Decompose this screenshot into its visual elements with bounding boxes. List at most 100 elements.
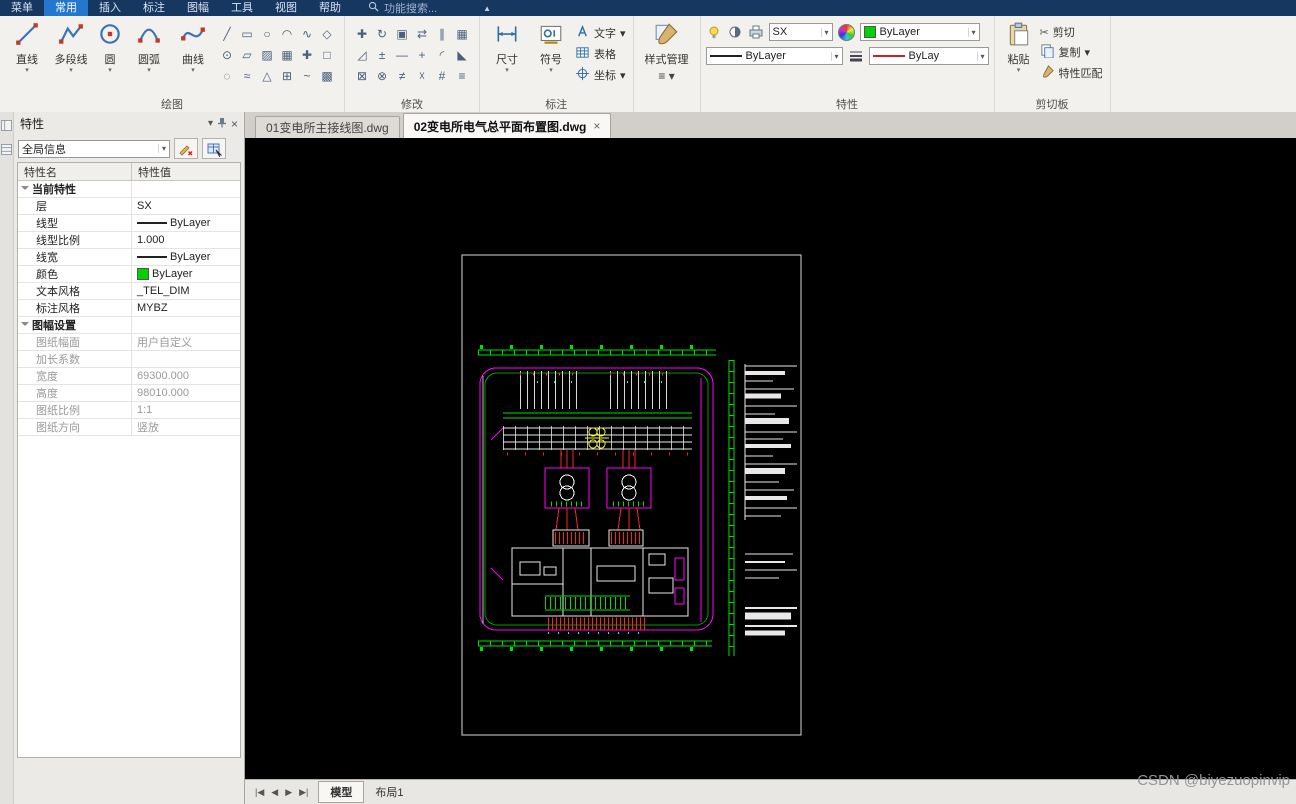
region-icon[interactable]: ⊞ [282, 69, 292, 83]
property-row[interactable]: 文本风格 _TEL_DIM [18, 283, 240, 300]
clear-override-button[interactable] [174, 138, 198, 159]
polyline-button[interactable]: 多段线 ▾ [49, 18, 93, 74]
layer-plot-icon[interactable] [748, 24, 764, 40]
scale-icon[interactable]: ◣ [457, 48, 466, 62]
collapse-ribbon-icon[interactable]: ▲ [483, 4, 491, 13]
join-icon[interactable]: ≡ [458, 69, 465, 83]
copy-button[interactable]: 复制 ▾ [1040, 43, 1103, 61]
spline-icon[interactable]: ∿ [302, 27, 312, 41]
property-row[interactable]: 标注风格 MYBZ [18, 300, 240, 317]
function-search[interactable]: 功能搜索... [368, 0, 437, 16]
quick-select-button[interactable] [202, 138, 226, 159]
extend-icon[interactable]: + [418, 48, 425, 62]
cross-mark-icon[interactable]: ✚ [302, 48, 312, 62]
scope-select[interactable]: 全局信息 ▾ [18, 139, 170, 158]
ribbon-tab-help[interactable]: 帮助 [308, 0, 352, 16]
chamfer-icon[interactable]: ◿ [357, 48, 366, 62]
construction-line-icon[interactable]: ╱ [223, 27, 230, 41]
copy-icon[interactable]: ▣ [396, 27, 407, 41]
explode-icon[interactable]: ☓ [419, 69, 425, 83]
doc-tab-1[interactable]: 01变电所主接线图.dwg [255, 116, 400, 138]
multiline-icon[interactable]: ≈ [244, 69, 251, 83]
offset-icon[interactable]: ∥ [439, 27, 445, 41]
dimension-button[interactable]: 尺寸 ▾ [485, 18, 529, 74]
layer-on-icon[interactable] [706, 24, 722, 40]
rectangle-icon[interactable]: ▭ [241, 27, 252, 41]
divide-icon[interactable]: # [439, 69, 446, 83]
move-icon[interactable]: ✚ [357, 27, 367, 41]
arc-button[interactable]: 圆弧 ▾ [127, 18, 171, 74]
property-row[interactable]: 线型比例 1.000 [18, 232, 240, 249]
gradient-icon[interactable]: ▩ [321, 69, 332, 83]
solid-icon[interactable]: ▱ [242, 48, 251, 62]
nav-last-icon[interactable]: ▶| [299, 787, 308, 798]
ribbon-tab-dimension[interactable]: 标注 [132, 0, 176, 16]
style-list-button[interactable]: ≡ ▾ [658, 69, 674, 83]
match-properties-button[interactable]: 特性匹配 [1040, 64, 1103, 82]
property-group-row[interactable]: 图幅设置 [18, 317, 240, 334]
nav-first-icon[interactable]: |◀ [255, 787, 264, 798]
mirror-icon[interactable]: ⇄ [417, 27, 427, 41]
ribbon-tab-home[interactable]: 常用 [44, 0, 88, 16]
property-row[interactable]: 宽度 69300.000 [18, 368, 240, 385]
pin-icon[interactable] [217, 117, 227, 131]
stretch-icon[interactable]: ≠ [399, 69, 406, 83]
wipeout-icon[interactable]: △ [262, 69, 271, 83]
property-row[interactable]: 高度 98010.000 [18, 385, 240, 402]
close-tab-icon[interactable]: × [593, 119, 600, 133]
layer-freeze-icon[interactable] [727, 24, 743, 40]
freehand-icon[interactable]: ~ [303, 69, 310, 83]
property-row[interactable]: 颜色 ByLayer [18, 266, 240, 283]
curve-button[interactable]: 曲线 ▾ [171, 18, 215, 74]
property-row[interactable]: 图纸方向 竖放 [18, 419, 240, 436]
break-icon[interactable]: ⊗ [377, 69, 387, 83]
property-row[interactable]: 层 SX [18, 198, 240, 215]
cut-button[interactable]: ✂ 剪切 [1040, 24, 1103, 40]
style-manager-button[interactable]: 样式管理 [639, 18, 695, 67]
lineweight-select[interactable]: ByLay ▾ [868, 47, 989, 65]
chevron-down-icon[interactable]: ▾ [208, 118, 213, 129]
circle-button[interactable]: 圆 ▾ [93, 18, 127, 74]
drawing-canvas[interactable] [245, 138, 1296, 779]
lengthen-icon[interactable]: ± [379, 48, 386, 62]
color-wheel-icon[interactable] [837, 23, 855, 41]
table-button[interactable]: 表格 [575, 45, 626, 63]
doc-tab-2[interactable]: 02变电所电气总平面布置图.dwg × [402, 113, 612, 138]
hatch-icon[interactable]: ▨ [261, 48, 272, 62]
text-button[interactable]: 文字 ▾ [575, 24, 626, 42]
nav-next-icon[interactable]: ▶ [285, 787, 292, 798]
property-row[interactable]: 线型 ByLayer [18, 215, 240, 232]
polygon-icon[interactable]: ◇ [322, 27, 331, 41]
palette-tab-icon[interactable] [1, 118, 12, 136]
property-group-row[interactable]: 当前特性 [18, 181, 240, 198]
property-row[interactable]: 线宽 ByLayer [18, 249, 240, 266]
fillet-icon[interactable]: ◜ [440, 48, 445, 62]
revision-cloud-icon[interactable]: ◠ [282, 27, 292, 41]
ribbon-tab-sheet[interactable]: 图幅 [176, 0, 220, 16]
nav-prev-icon[interactable]: ◀ [271, 787, 278, 798]
array-icon[interactable]: ▦ [456, 27, 467, 41]
property-row[interactable]: 加长系数 [18, 351, 240, 368]
table-draw-icon[interactable]: ▦ [281, 48, 292, 62]
ribbon-tab-tools[interactable]: 工具 [220, 0, 264, 16]
coordinate-button[interactable]: 坐标 ▾ [575, 66, 626, 84]
model-tab[interactable]: 模型 [318, 781, 365, 803]
trim-icon[interactable]: — [396, 48, 408, 62]
layer-select[interactable]: SX ▾ [768, 23, 833, 41]
erase-icon[interactable]: ⊠ [357, 69, 367, 83]
close-icon[interactable]: × [231, 117, 238, 131]
linetype-select[interactable]: ByLayer ▾ [705, 47, 843, 65]
block-icon[interactable]: □ [323, 48, 330, 62]
point-icon[interactable]: ⊙ [222, 48, 232, 62]
color-select[interactable]: ByLayer ▾ [859, 23, 980, 41]
property-row[interactable]: 图纸比例 1:1 [18, 402, 240, 419]
donut-icon[interactable]: ○ [263, 27, 270, 41]
property-row[interactable]: 图纸幅面 用户自定义 [18, 334, 240, 351]
rotate-icon[interactable]: ↻ [377, 27, 387, 41]
menu-button[interactable]: 菜单 [0, 0, 44, 16]
ellipse-icon[interactable]: ◌ [223, 69, 230, 83]
ribbon-tab-view[interactable]: 视图 [264, 0, 308, 16]
paste-button[interactable]: 粘贴 ▾ [1000, 18, 1038, 74]
palette-tab-icon[interactable] [1, 142, 12, 160]
layout1-tab[interactable]: 布局1 [364, 782, 414, 802]
